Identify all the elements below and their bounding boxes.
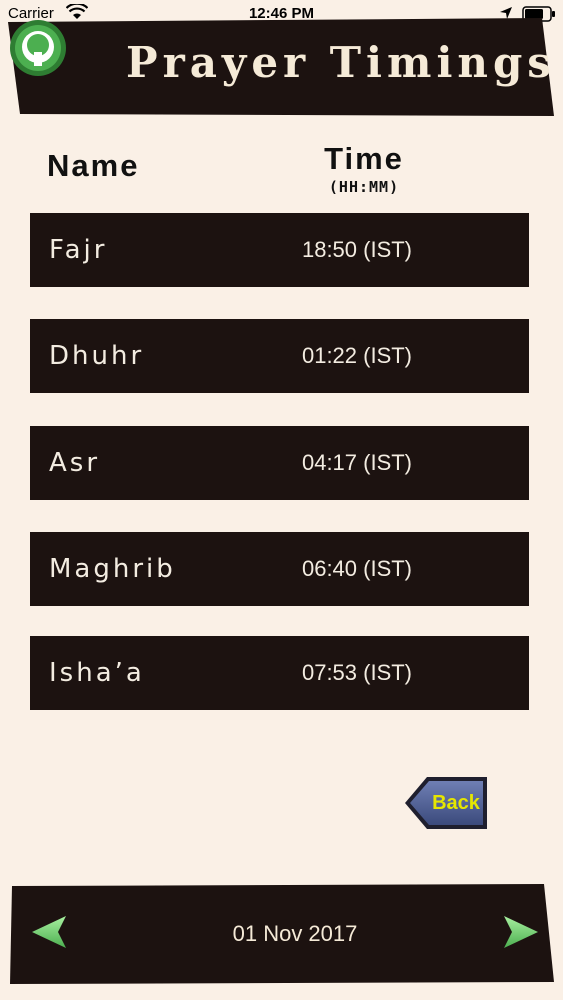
prayer-time: 01:22 (IST)	[301, 343, 413, 368]
prayer-name: Maghrib	[49, 554, 176, 584]
back-button-label: Back	[432, 792, 480, 814]
column-header-time: Time	[324, 141, 404, 176]
prayer-row-fajr: Fajr 18:50 (IST)	[30, 213, 529, 287]
column-header-name: Name	[47, 148, 140, 183]
prayer-name: Dhuhr	[49, 341, 145, 371]
prayer-row-dhuhr: Dhuhr 01:22 (IST)	[30, 319, 529, 393]
prayer-name: Isha’a	[49, 658, 145, 688]
current-date: 01 Nov 2017	[232, 921, 358, 946]
column-header-time-format: (HH:MM)	[328, 178, 400, 196]
prayer-name: Fajr	[49, 235, 108, 265]
header-banner: Prayer Timings	[8, 18, 554, 116]
right-arrow-icon[interactable]	[500, 912, 540, 952]
prayer-time: 18:50 (IST)	[301, 237, 413, 262]
prayer-name: Asr	[49, 448, 101, 478]
prayer-time: 07:53 (IST)	[301, 660, 413, 685]
left-arrow-icon[interactable]	[30, 912, 70, 952]
date-navigation-bar: 01 Nov 2017	[10, 884, 554, 984]
back-button[interactable]: Back	[403, 773, 491, 833]
prayer-time: 04:17 (IST)	[301, 450, 413, 475]
mosque-logo-icon	[10, 20, 66, 76]
prayer-row-asr: Asr 04:17 (IST)	[30, 426, 529, 500]
prayer-row-maghrib: Maghrib 06:40 (IST)	[30, 532, 529, 606]
page-title: Prayer Timings	[126, 38, 556, 87]
prayer-row-ishaa: Isha’a 07:53 (IST)	[30, 636, 529, 710]
prayer-time: 06:40 (IST)	[301, 556, 413, 581]
